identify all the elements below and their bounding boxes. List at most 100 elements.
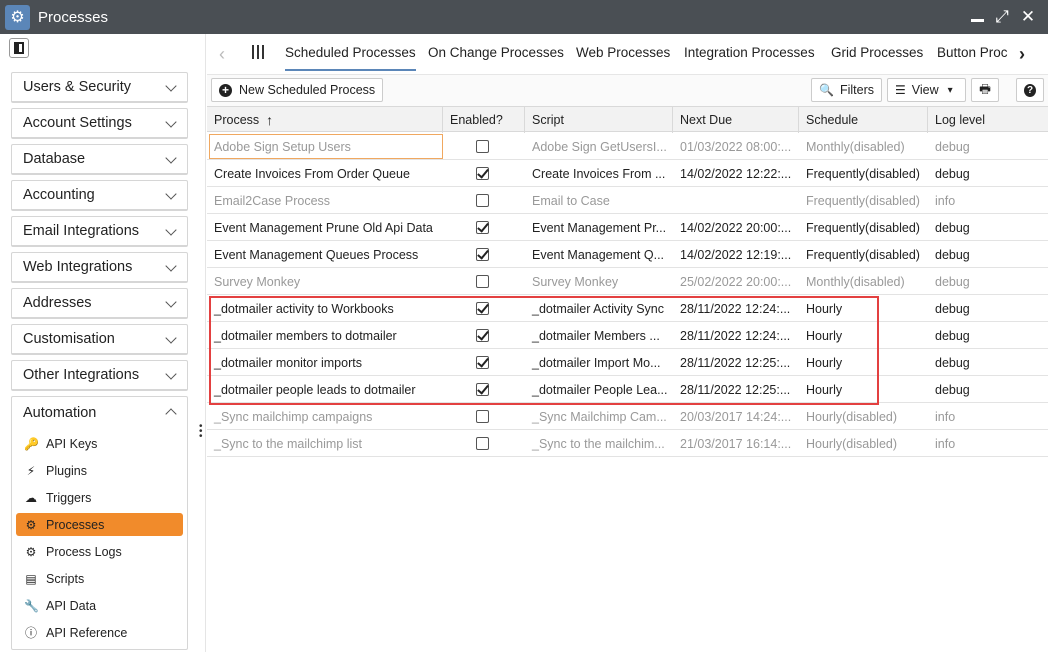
sidebar-item-other-integrations[interactable]: Other Integrations [11,360,188,391]
help-icon: ? [1024,83,1036,97]
sidebar-item-accounting[interactable]: Accounting [11,180,188,211]
sidebar-item-account-settings[interactable]: Account Settings [11,108,188,139]
log-cell: debug [935,382,970,397]
schedule-cell: Frequently(disabled) [806,166,920,181]
sidebar-item-scripts[interactable]: ▤ Scripts [16,567,183,590]
sidebar-item-api-reference[interactable]: ⓘ API Reference [16,621,183,644]
tab-on-change-processes[interactable]: On Change Processes [428,45,564,71]
focused-cell-outline [209,134,443,159]
help-button[interactable]: ? [1016,78,1044,102]
panel-toggle-button[interactable] [9,38,29,58]
enabled-checkbox[interactable] [476,140,489,153]
sidebar: Users & Security Account Settings Databa… [0,34,196,652]
process-cell: _Sync to the mailchimp list [214,436,362,451]
sidebar-item-customisation[interactable]: Customisation [11,324,188,355]
enabled-cell [443,214,525,241]
maximize-button[interactable]: ⤢ [991,0,1013,34]
column-header-next-due[interactable]: Next Due [673,107,799,133]
log-cell: debug [935,220,970,235]
sidebar-item-api-data[interactable]: 🔧 API Data [16,594,183,617]
sidebar-item-process-logs[interactable]: ⚙ Process Logs [16,540,183,563]
column-header-schedule[interactable]: Schedule [799,107,928,133]
log-cell: debug [935,274,970,289]
table-row[interactable]: Email2Case Process Email to Case Frequentl… [207,187,1048,214]
process-cell: Email2Case Process [214,193,331,208]
print-icon: 🖶 [979,81,991,96]
log-cell: debug [935,301,970,316]
tab-button-processes[interactable]: Button Proc [937,45,1011,71]
toolbar: + New Scheduled Process 🔍 Filters ☰ View… [207,74,1048,106]
table-row[interactable]: _Sync mailchimp campaigns _Sync Mailchimp… [207,403,1048,430]
enabled-checkbox[interactable] [476,194,489,207]
enabled-cell [443,268,525,295]
sidebar-item-processes[interactable]: ⚙ Processes [16,513,183,536]
sidebar-item-email-integrations[interactable]: Email Integrations [11,216,188,247]
next-due-cell: 21/03/2017 16:14:... [680,436,792,451]
table-row[interactable]: Create Invoices From Order Queue Create I… [207,160,1048,187]
table-row[interactable]: Adobe Sign Setup Users Adobe Sign GetUser… [207,133,1048,160]
enabled-cell [443,160,525,187]
tab-scroll-right-icon[interactable]: › [1019,44,1025,65]
chevron-down-icon [165,188,177,200]
sidebar-item-web-integrations[interactable]: Web Integrations [11,252,188,283]
cloud-icon: ☁ [25,490,37,505]
sidebar-toggle-icon [14,42,24,54]
script-cell: Event Management Q... [532,247,665,262]
next-due-cell: 14/02/2022 12:22:... [680,166,792,181]
enabled-cell [443,241,525,268]
sort-ascending-icon: ↑ [266,112,274,128]
column-header-script[interactable]: Script [525,107,673,133]
table-row[interactable]: Event Management Prune Old Api Data Event… [207,214,1048,241]
column-header-process[interactable]: Process ↑ [207,107,443,133]
enabled-checkbox[interactable] [476,275,489,288]
sidebar-item-addresses[interactable]: Addresses [11,288,188,319]
tab-grid-processes[interactable]: Grid Processes [831,45,923,71]
chevron-down-icon [165,116,177,128]
minimize-button[interactable] [966,0,988,34]
grid-header: Process ↑ Enabled? Script Next Due Schedu… [207,106,1048,133]
sidebar-item-automation[interactable]: Automation [12,397,187,429]
main-content: ‹ Scheduled Processes On Change Processe… [207,34,1048,652]
sidebar-item-api-keys[interactable]: 🔑 API Keys [16,432,183,455]
script-cell: Adobe Sign GetUsersI... [532,139,667,154]
process-cell: Event Management Queues Process [214,247,419,262]
table-row[interactable]: _Sync to the mailchimp list _Sync to the … [207,430,1048,457]
script-cell: _Sync Mailchimp Cam... [532,409,667,424]
print-button[interactable]: 🖶 [971,78,999,102]
log-cell: info [935,436,956,451]
log-cell: debug [935,166,970,181]
column-header-enabled[interactable]: Enabled? [443,107,525,133]
plug-icon: ⚡ [26,463,36,478]
plus-circle-icon: + [219,83,232,97]
sidebar-item-database[interactable]: Database [11,144,188,175]
next-due-cell: 25/02/2022 20:00:... [680,274,792,289]
close-button[interactable]: ✕ [1017,0,1039,34]
column-header-log-level[interactable]: Log level [928,107,1048,133]
log-cell: debug [935,247,970,262]
sidebar-item-users-security[interactable]: Users & Security [11,72,188,103]
enabled-checkbox[interactable] [476,437,489,450]
next-due-cell: 20/03/2017 14:24:... [680,409,792,424]
enabled-checkbox[interactable] [476,221,489,234]
tab-scroll-left-icon[interactable]: ‹ [219,44,225,65]
new-scheduled-process-button[interactable]: + New Scheduled Process [211,78,384,102]
log-cell: info [935,193,956,208]
info-icon: ⓘ [24,626,37,640]
view-dropdown[interactable]: ☰ View ▾ [887,78,966,102]
tab-web-processes[interactable]: Web Processes [576,45,670,71]
table-row[interactable]: Event Management Queues Process Event Man… [207,241,1048,268]
enabled-checkbox[interactable] [476,167,489,180]
enabled-checkbox[interactable] [476,248,489,261]
sidebar-item-triggers[interactable]: ☁ Triggers [16,486,183,509]
columns-icon[interactable] [252,45,264,59]
enabled-checkbox[interactable] [476,410,489,423]
splitter-handle[interactable]: • • • [196,34,206,652]
chevron-down-icon [165,296,177,308]
tab-scheduled-processes[interactable]: Scheduled Processes [285,45,416,71]
process-cell: _Sync mailchimp campaigns [214,409,373,424]
sidebar-item-plugins[interactable]: ⚡ Plugins [16,459,183,482]
tab-integration-processes[interactable]: Integration Processes [684,45,815,71]
process-cell: Survey Monkey [214,274,301,289]
table-row[interactable]: Survey Monkey Survey Monkey 25/02/2022 20:… [207,268,1048,295]
filters-button[interactable]: 🔍 Filters [811,78,882,102]
